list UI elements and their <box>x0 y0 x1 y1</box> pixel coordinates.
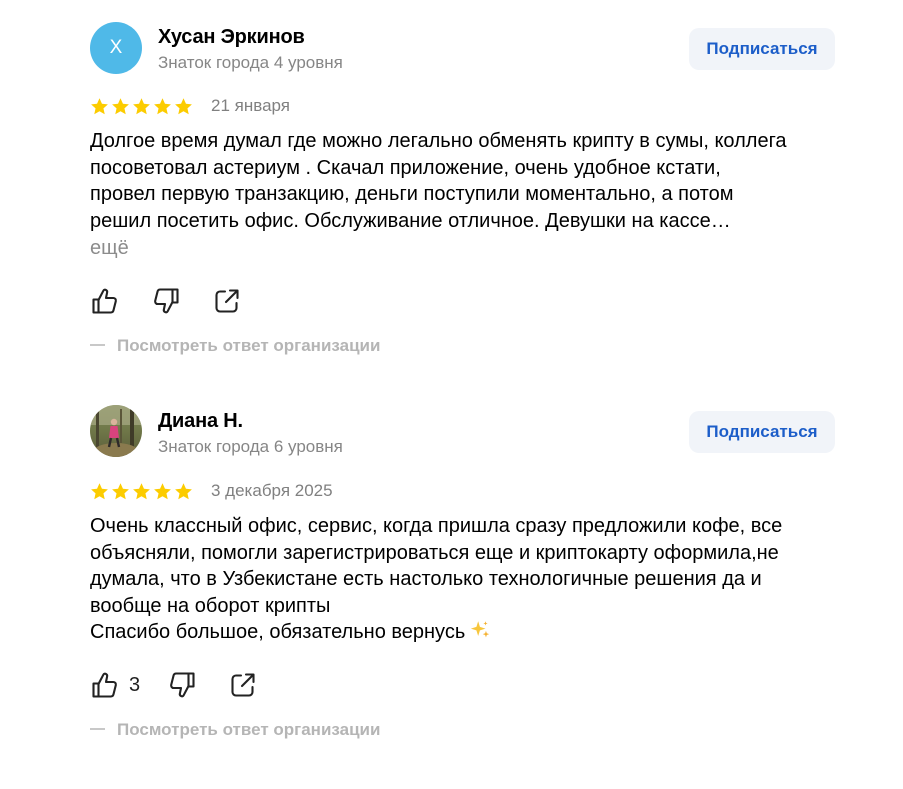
review-text-line: вообще на оборот крипты <box>90 594 331 617</box>
star-icon <box>133 483 150 500</box>
avatar[interactable]: Х <box>90 22 142 74</box>
review-text-line: думала, что в Узбекистане есть настолько… <box>90 568 762 590</box>
review-text: Очень классный офис, сервис, когда пришл… <box>90 513 850 646</box>
org-response-link[interactable]: Посмотреть ответ организации <box>90 720 380 740</box>
share-icon <box>231 673 255 697</box>
review-text-line: Спасибо большое, обязательно вернусь <box>90 621 466 643</box>
star-icon <box>91 483 108 500</box>
rating-stars <box>90 482 193 501</box>
org-response-label: Посмотреть ответ организации <box>117 336 381 355</box>
author-name[interactable]: Хусан Эркинов <box>158 26 305 49</box>
review-text-line: Долгое время думал где можно легально об… <box>90 130 787 152</box>
review-text-line: объясняли, помогли зарегистрироваться ещ… <box>90 541 779 564</box>
star-icon <box>175 98 192 115</box>
review-text-line: решил посетить офис. Обслуживание отличн… <box>90 209 731 232</box>
like-count: 3 <box>129 673 141 696</box>
thumbs-up-icon <box>92 288 117 314</box>
star-icon <box>175 483 192 500</box>
review-text-line: Очень классный офис, сервис, когда пришл… <box>90 515 783 537</box>
thumbs-down-icon <box>170 672 195 698</box>
thumbs-down-icon <box>154 288 179 314</box>
star-icon <box>112 483 129 500</box>
rating-stars <box>90 97 193 116</box>
dash-divider <box>90 727 105 730</box>
star-icon <box>133 98 150 115</box>
review-actions: 3 <box>90 670 258 700</box>
share-button[interactable] <box>212 286 242 316</box>
org-response-label: Посмотреть ответ организации <box>117 720 381 739</box>
org-response-link[interactable]: Посмотреть ответ организации <box>90 336 380 356</box>
dislike-button[interactable] <box>167 670 197 700</box>
star-icon <box>154 98 171 115</box>
subscribe-button[interactable]: Подписаться <box>689 28 835 70</box>
thumbs-up-icon <box>92 672 117 698</box>
dislike-button[interactable] <box>151 286 181 316</box>
review-text-line-last: Спасибо большое, обязательно вернусь <box>90 619 850 646</box>
dash-divider <box>90 343 105 346</box>
author-name[interactable]: Диана Н. <box>158 410 243 433</box>
review-date: 3 декабря 2025 <box>211 481 333 500</box>
share-icon <box>215 289 239 313</box>
avatar[interactable] <box>90 405 142 457</box>
author-level: Знаток города 6 уровня <box>158 437 343 456</box>
like-button[interactable]: 3 <box>90 670 140 700</box>
sparkles-icon <box>471 621 490 638</box>
review-text-line: провел первую транзакцию, деньги поступи… <box>90 183 734 205</box>
star-icon <box>154 483 171 500</box>
review-actions <box>90 286 242 316</box>
subscribe-button[interactable]: Подписаться <box>689 411 835 453</box>
star-icon <box>91 98 108 115</box>
user-photo-icon <box>90 405 142 457</box>
share-button[interactable] <box>228 670 258 700</box>
expand-text-link[interactable]: ещё <box>90 237 129 260</box>
like-button[interactable] <box>90 286 120 316</box>
avatar-initial: Х <box>109 37 123 58</box>
review-text-line: посоветовал астериум . Скачал приложение… <box>90 156 721 179</box>
author-level: Знаток города 4 уровня <box>158 53 343 72</box>
review-date: 21 января <box>211 96 290 115</box>
star-icon <box>112 98 129 115</box>
review-text: Долгое время думал где можно легально об… <box>90 128 850 234</box>
